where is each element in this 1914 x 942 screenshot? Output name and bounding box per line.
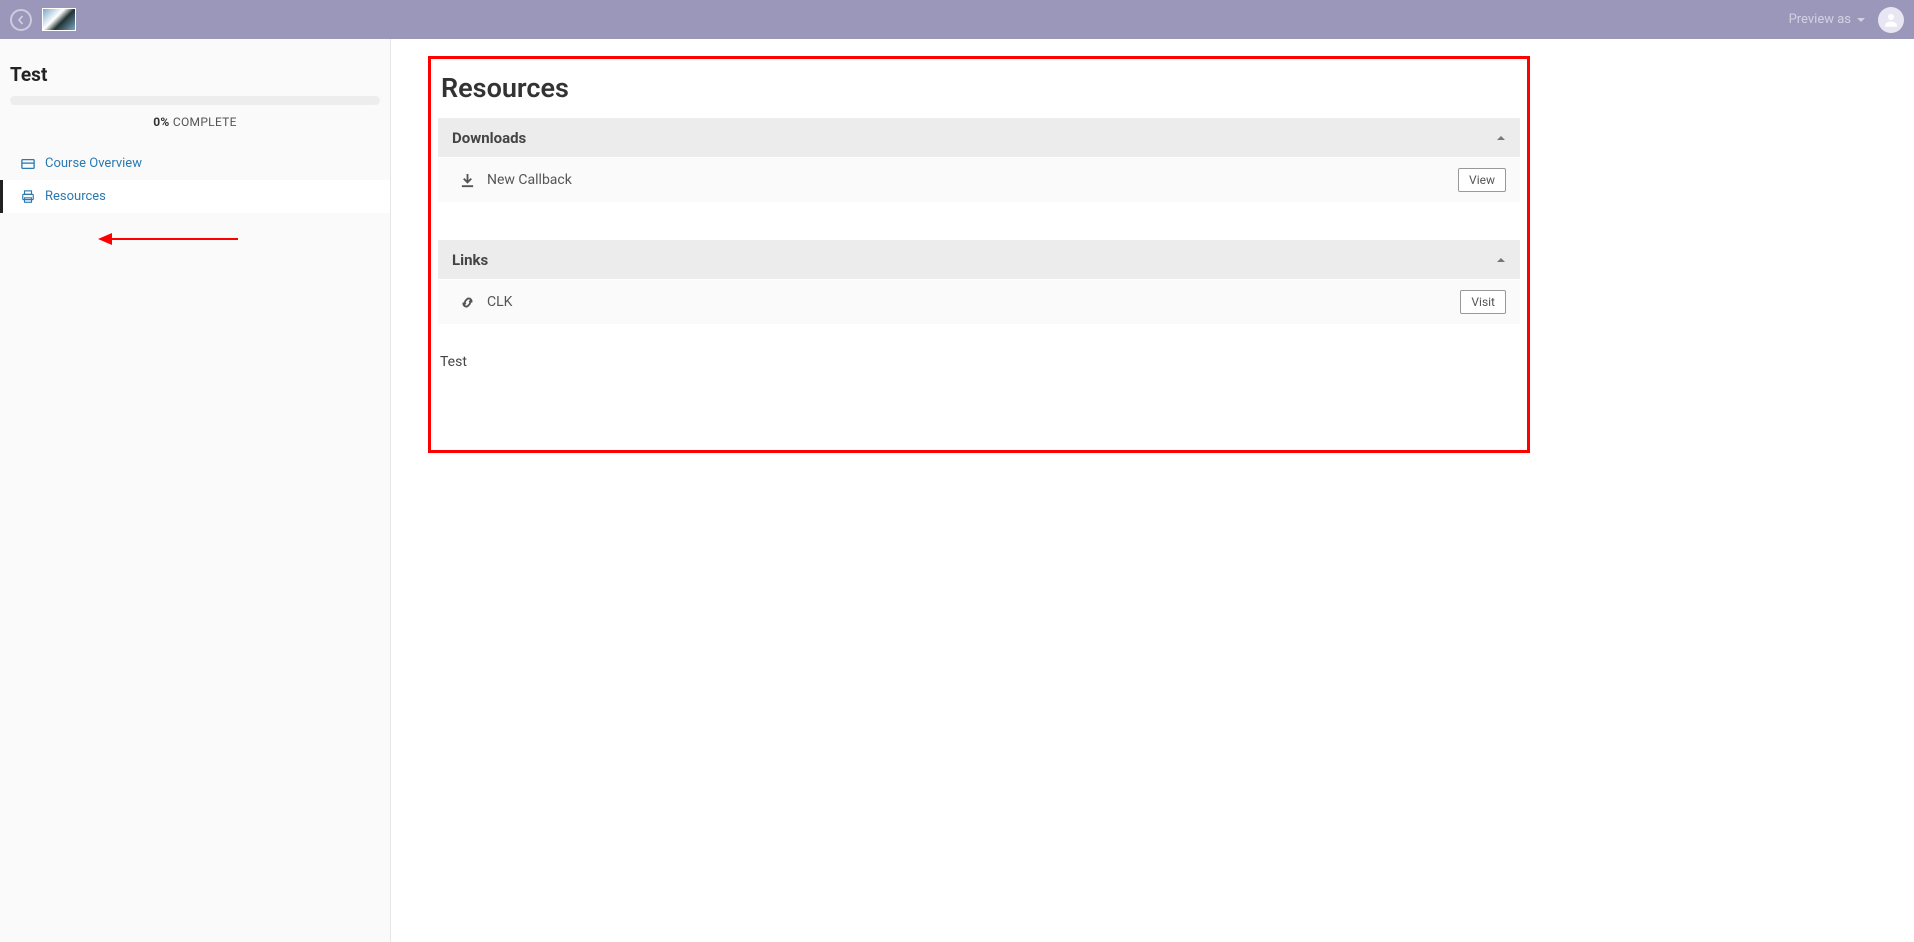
user-avatar[interactable] (1878, 7, 1904, 33)
course-title: Test (0, 39, 390, 96)
visit-button[interactable]: Visit (1460, 290, 1506, 314)
section-header-downloads[interactable]: Downloads (438, 118, 1520, 157)
preview-as-label: Preview as (1789, 12, 1851, 27)
card-icon (21, 157, 35, 171)
printer-icon (21, 190, 35, 204)
progress-wrap: 0% COMPLETE (0, 96, 390, 147)
sidebar-item-label: Resources (45, 189, 106, 204)
sidebar-item-resources[interactable]: Resources (0, 180, 390, 213)
link-row: CLK Visit (438, 279, 1520, 324)
annotation-arrow (98, 231, 238, 245)
person-icon (1882, 11, 1900, 29)
progress-percent: 0% (153, 115, 169, 129)
view-button[interactable]: View (1458, 168, 1506, 192)
download-icon (460, 173, 475, 188)
sidebar-item-label: Course Overview (45, 156, 142, 171)
progress-word: COMPLETE (170, 115, 237, 129)
top-bar: Preview as (0, 0, 1914, 39)
sidebar: Test 0% COMPLETE Course Overview Resourc… (0, 39, 391, 942)
chevron-left-icon (16, 15, 26, 25)
caret-up-icon (1496, 250, 1506, 269)
download-label: New Callback (487, 172, 572, 188)
link-icon (460, 295, 475, 310)
main-area: Resources Downloads New Callback View Li… (391, 39, 1914, 942)
course-logo[interactable] (42, 8, 76, 31)
section-title: Links (452, 251, 488, 269)
progress-bar (10, 96, 380, 105)
progress-text: 0% COMPLETE (10, 105, 380, 147)
download-row: New Callback View (438, 157, 1520, 202)
caret-up-icon (1496, 128, 1506, 147)
section-header-links[interactable]: Links (438, 240, 1520, 279)
preview-as-dropdown[interactable]: Preview as (1789, 12, 1866, 27)
link-label: CLK (487, 294, 512, 310)
page-title: Resources (438, 69, 1520, 118)
caret-down-icon (1856, 15, 1866, 25)
back-button[interactable] (10, 9, 32, 31)
sidebar-item-course-overview[interactable]: Course Overview (0, 147, 390, 180)
footer-text: Test (438, 324, 1520, 370)
section-title: Downloads (452, 129, 526, 147)
resources-panel: Resources Downloads New Callback View Li… (428, 56, 1530, 453)
